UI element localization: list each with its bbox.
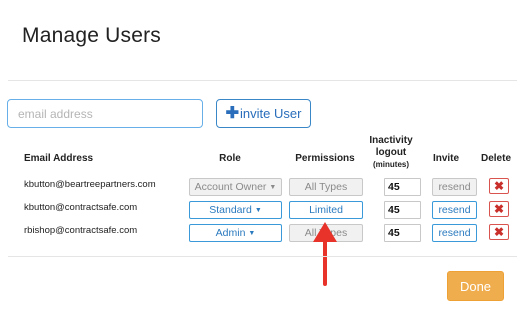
role-value: Standard — [209, 204, 252, 216]
header-permissions: Permissions — [295, 153, 355, 164]
email-input[interactable] — [7, 99, 203, 128]
header-role: Role — [219, 153, 241, 164]
header-inactivity-line3: (minutes) — [373, 160, 409, 169]
annotation-arrow-icon — [313, 222, 337, 286]
header-inactivity-line1: Inactivity — [369, 135, 413, 146]
divider — [8, 80, 517, 81]
close-icon: ✖ — [493, 225, 505, 239]
plus-icon: ✚ — [225, 104, 239, 122]
page-title: Manage Users — [22, 24, 161, 47]
caret-down-icon: ▼ — [269, 183, 277, 191]
done-button[interactable]: Done — [447, 271, 504, 301]
delete-button[interactable]: ✖ — [489, 178, 509, 194]
header-inactivity: Inactivity logout (minutes) — [363, 135, 419, 171]
inactivity-input[interactable] — [384, 178, 421, 196]
invite-user-label: invite User — [239, 106, 302, 121]
header-email: Email Address — [24, 153, 94, 164]
role-select[interactable]: Standard ▼ — [189, 201, 282, 219]
role-value: Account Owner — [194, 181, 267, 193]
close-icon: ✖ — [493, 202, 505, 216]
delete-button[interactable]: ✖ — [489, 201, 509, 217]
header-delete: Delete — [480, 153, 511, 164]
row-email: rbishop@contractsafe.com — [24, 225, 138, 236]
role-value: Admin — [215, 227, 246, 239]
role-select: Account Owner ▼ — [189, 178, 282, 196]
invite-user-button[interactable]: ✚ invite User — [216, 99, 311, 128]
resend-button[interactable]: resend — [432, 201, 477, 219]
caret-down-icon: ▼ — [248, 229, 256, 237]
resend-button[interactable]: resend — [432, 224, 477, 242]
inactivity-input[interactable] — [384, 201, 421, 219]
close-icon: ✖ — [493, 179, 505, 193]
divider — [8, 256, 517, 257]
inactivity-input[interactable] — [384, 224, 421, 242]
role-select[interactable]: Admin ▼ — [189, 224, 282, 242]
header-inactivity-line2: logout — [375, 147, 407, 158]
row-email: kbutton@beartreepartners.com — [24, 179, 156, 190]
delete-button[interactable]: ✖ — [489, 224, 509, 240]
permissions-button: All Types — [289, 178, 363, 196]
header-invite: Invite — [432, 153, 460, 164]
caret-down-icon: ▼ — [254, 206, 262, 214]
permissions-button[interactable]: Limited — [289, 201, 363, 219]
resend-button: resend — [432, 178, 477, 196]
row-email: kbutton@contractsafe.com — [24, 202, 138, 213]
